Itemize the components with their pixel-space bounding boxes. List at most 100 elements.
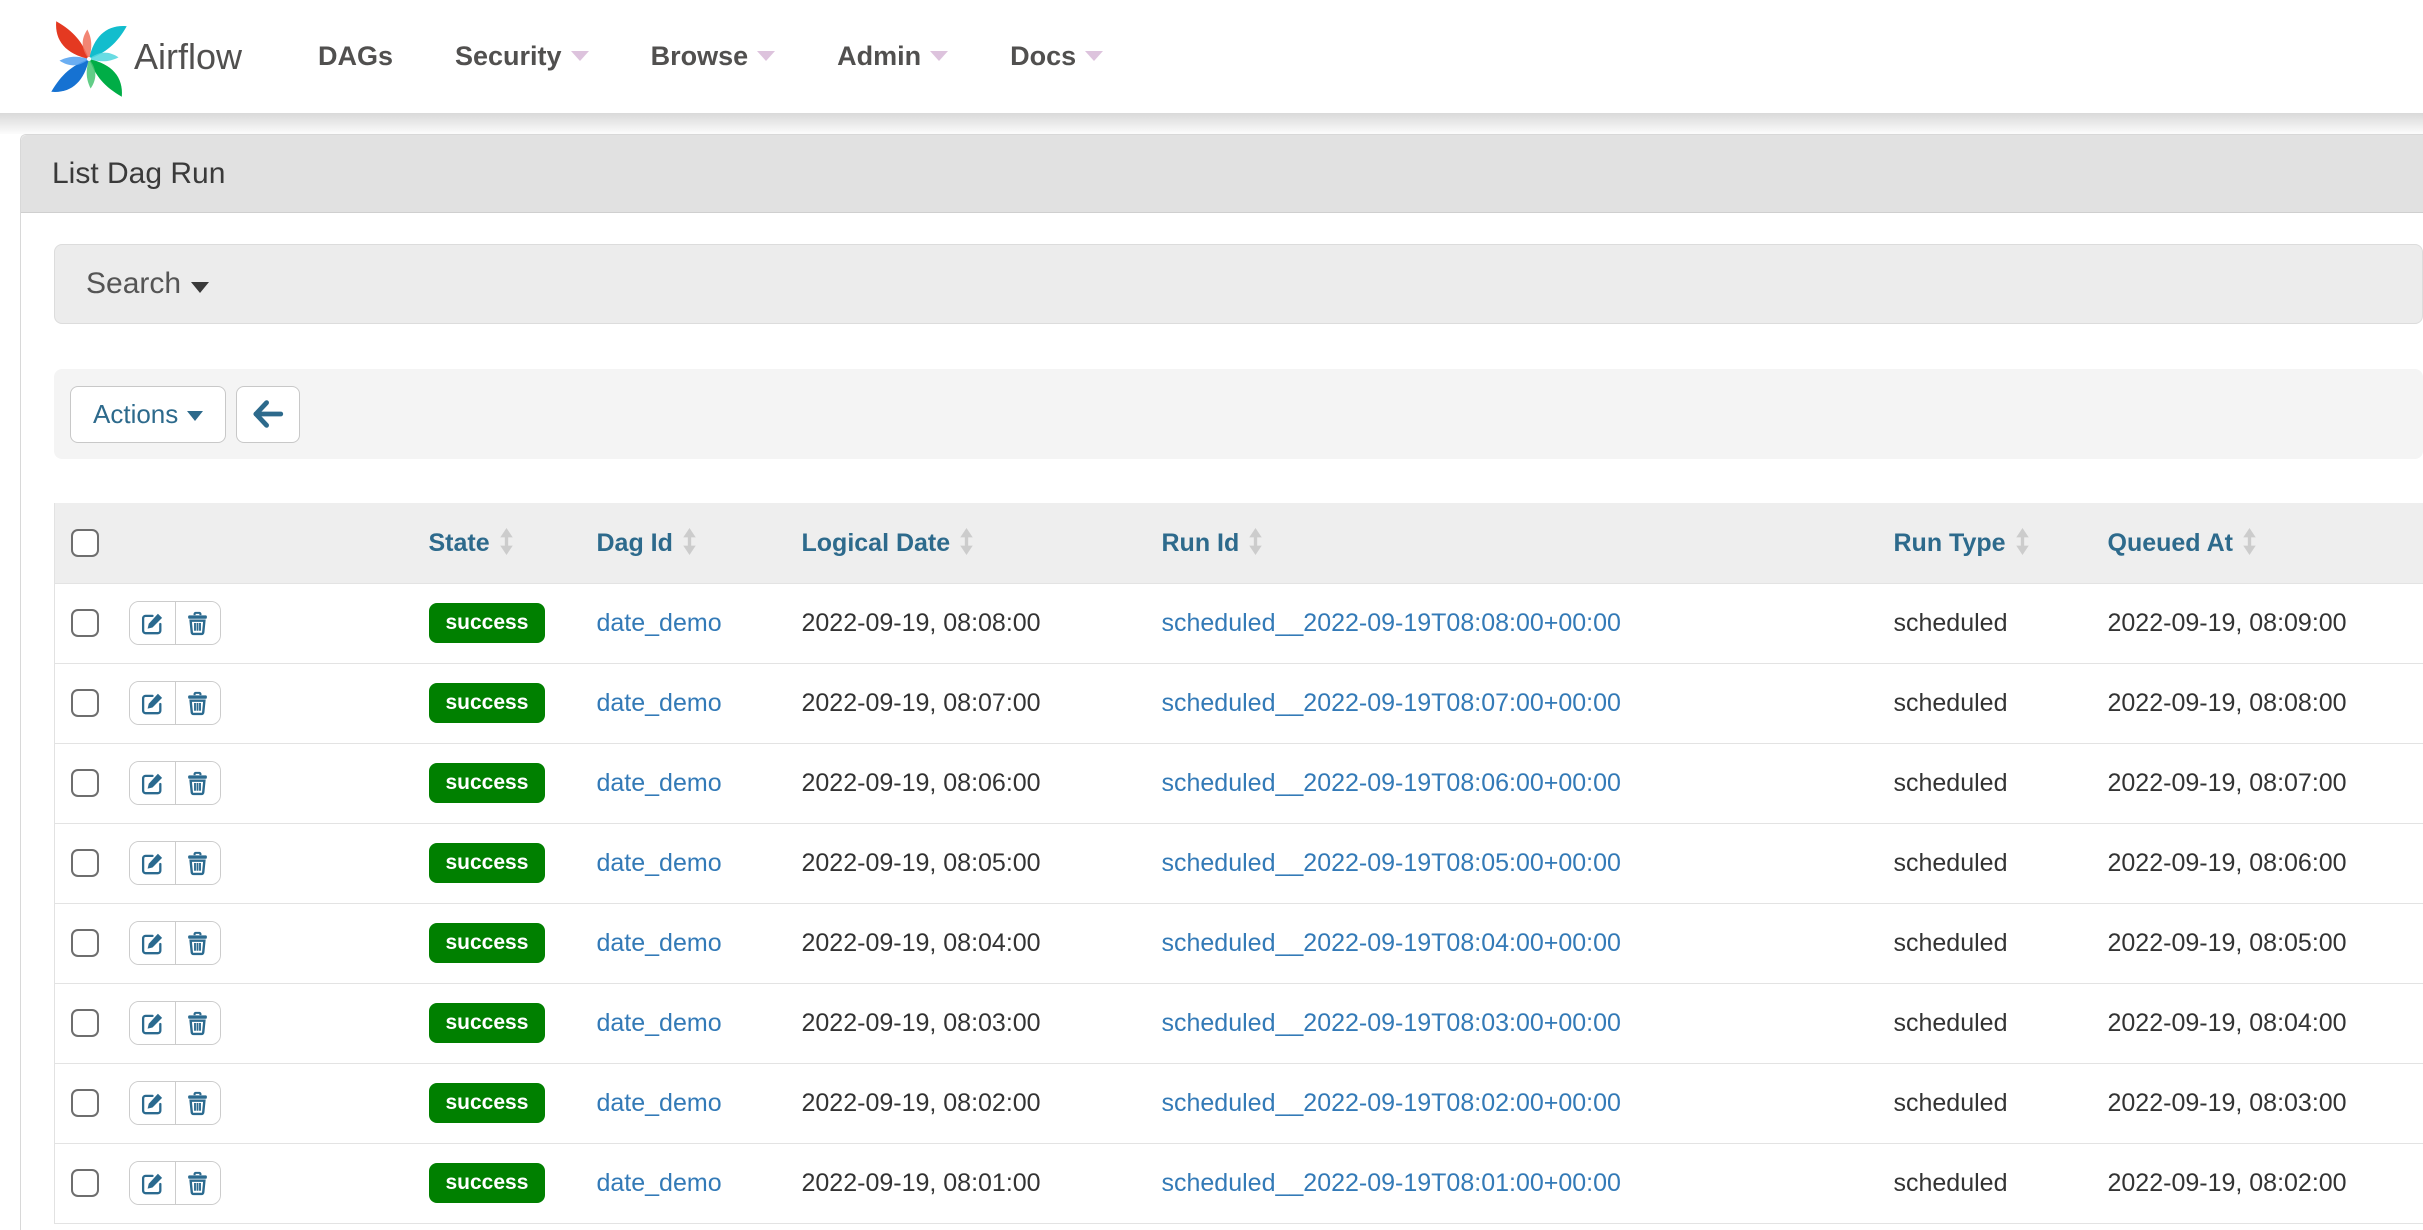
run-id-link[interactable]: scheduled__2022-09-19T08:05:00+00:00 <box>1162 849 1621 877</box>
pencil-square-icon <box>140 851 165 876</box>
row-select-checkbox[interactable] <box>71 1089 99 1117</box>
logical-date-cell: 2022-09-19, 08:04:00 <box>790 903 1150 983</box>
sort-arrows-icon <box>683 528 696 555</box>
run-id-link[interactable]: scheduled__2022-09-19T08:08:00+00:00 <box>1162 609 1621 637</box>
caret-down-icon <box>191 282 209 293</box>
run-id-link[interactable]: scheduled__2022-09-19T08:07:00+00:00 <box>1162 689 1621 717</box>
dag-id-link[interactable]: date_demo <box>597 1089 722 1117</box>
delete-button[interactable] <box>175 762 220 804</box>
edit-button[interactable] <box>130 1082 175 1124</box>
trash-icon <box>185 1091 210 1116</box>
table-row: success date_demo 2022-09-19, 08:04:00 s… <box>55 903 2423 983</box>
dag-id-link[interactable]: date_demo <box>597 1169 722 1197</box>
edit-button[interactable] <box>130 1162 175 1204</box>
dag-id-link[interactable]: date_demo <box>597 929 722 957</box>
row-select-checkbox[interactable] <box>71 1169 99 1197</box>
column-header-run-id[interactable]: Run Id <box>1150 503 1882 583</box>
column-header-dag-id[interactable]: Dag Id <box>585 503 790 583</box>
dag-id-link[interactable]: date_demo <box>597 849 722 877</box>
row-actions <box>129 601 221 645</box>
run-type-cell: scheduled <box>1882 983 2096 1063</box>
row-actions <box>129 921 221 965</box>
row-actions <box>129 1081 221 1125</box>
status-badge: success <box>429 1083 546 1123</box>
status-badge: success <box>429 923 546 963</box>
delete-button[interactable] <box>175 922 220 964</box>
search-toggle[interactable]: Search <box>54 244 2423 324</box>
edit-button[interactable] <box>130 602 175 644</box>
delete-button[interactable] <box>175 602 220 644</box>
list-dag-run-panel: List Dag Run Search Actions <box>20 134 2423 1230</box>
table-row: success date_demo 2022-09-19, 08:02:00 s… <box>55 1063 2423 1143</box>
row-select-checkbox[interactable] <box>71 849 99 877</box>
delete-button[interactable] <box>175 1082 220 1124</box>
queued-at-cell: 2022-09-19, 08:05:00 <box>2096 903 2423 983</box>
dag-id-link[interactable]: date_demo <box>597 1009 722 1037</box>
row-select-checkbox[interactable] <box>71 1009 99 1037</box>
table-row: success date_demo 2022-09-19, 08:05:00 s… <box>55 823 2423 903</box>
edit-button[interactable] <box>130 762 175 804</box>
airflow-brand[interactable]: Airflow <box>48 0 242 113</box>
queued-at-cell: 2022-09-19, 08:04:00 <box>2096 983 2423 1063</box>
row-select-checkbox[interactable] <box>71 689 99 717</box>
trash-icon <box>185 611 210 636</box>
edit-button[interactable] <box>130 1002 175 1044</box>
trash-icon <box>185 1171 210 1196</box>
delete-button[interactable] <box>175 842 220 884</box>
status-badge: success <box>429 683 546 723</box>
queued-at-cell: 2022-09-19, 08:02:00 <box>2096 1143 2423 1223</box>
run-type-cell: scheduled <box>1882 903 2096 983</box>
column-header-logical-date[interactable]: Logical Date <box>790 503 1150 583</box>
run-id-link[interactable]: scheduled__2022-09-19T08:03:00+00:00 <box>1162 1009 1621 1037</box>
pencil-square-icon <box>140 691 165 716</box>
pencil-square-icon <box>140 1091 165 1116</box>
row-actions <box>129 1001 221 1045</box>
table-row: success date_demo 2022-09-19, 08:06:00 s… <box>55 743 2423 823</box>
nav-item-docs[interactable]: Docs <box>979 0 1134 113</box>
nav-item-dags[interactable]: DAGs <box>287 0 424 113</box>
dag-id-link[interactable]: date_demo <box>597 609 722 637</box>
caret-down-icon <box>571 51 589 61</box>
caret-down-icon <box>1085 51 1103 61</box>
delete-button[interactable] <box>175 1162 220 1204</box>
run-type-cell: scheduled <box>1882 1143 2096 1223</box>
row-select-checkbox[interactable] <box>71 769 99 797</box>
navbar-shadow <box>0 113 2423 134</box>
nav-item-security[interactable]: Security <box>424 0 620 113</box>
run-id-link[interactable]: scheduled__2022-09-19T08:04:00+00:00 <box>1162 929 1621 957</box>
status-badge: success <box>429 763 546 803</box>
nav-item-browse[interactable]: Browse <box>620 0 807 113</box>
table-row: success date_demo 2022-09-19, 08:08:00 s… <box>55 583 2423 663</box>
column-header-run-type[interactable]: Run Type <box>1882 503 2096 583</box>
run-id-link[interactable]: scheduled__2022-09-19T08:02:00+00:00 <box>1162 1089 1621 1117</box>
row-select-checkbox[interactable] <box>71 609 99 637</box>
edit-button[interactable] <box>130 682 175 724</box>
run-id-link[interactable]: scheduled__2022-09-19T08:01:00+00:00 <box>1162 1169 1621 1197</box>
pencil-square-icon <box>140 611 165 636</box>
row-actions <box>129 761 221 805</box>
delete-button[interactable] <box>175 682 220 724</box>
select-all-checkbox[interactable] <box>71 529 99 557</box>
row-select-checkbox[interactable] <box>71 929 99 957</box>
nav-item-admin[interactable]: Admin <box>806 0 979 113</box>
logical-date-cell: 2022-09-19, 08:06:00 <box>790 743 1150 823</box>
delete-button[interactable] <box>175 1002 220 1044</box>
status-badge: success <box>429 603 546 643</box>
status-badge: success <box>429 843 546 883</box>
sort-arrows-icon <box>960 528 973 555</box>
airflow-pinwheel-logo <box>48 18 130 100</box>
dag-id-link[interactable]: date_demo <box>597 689 722 717</box>
edit-button[interactable] <box>130 922 175 964</box>
back-button[interactable] <box>236 386 300 443</box>
logical-date-cell: 2022-09-19, 08:01:00 <box>790 1143 1150 1223</box>
dag-id-link[interactable]: date_demo <box>597 769 722 797</box>
column-header-queued-at[interactable]: Queued At <box>2096 503 2423 583</box>
column-header-state[interactable]: State <box>417 503 585 583</box>
actions-column-header <box>117 503 417 583</box>
pencil-square-icon <box>140 771 165 796</box>
logical-date-cell: 2022-09-19, 08:07:00 <box>790 663 1150 743</box>
run-id-link[interactable]: scheduled__2022-09-19T08:06:00+00:00 <box>1162 769 1621 797</box>
actions-dropdown-button[interactable]: Actions <box>70 386 226 443</box>
edit-button[interactable] <box>130 842 175 884</box>
run-type-cell: scheduled <box>1882 663 2096 743</box>
